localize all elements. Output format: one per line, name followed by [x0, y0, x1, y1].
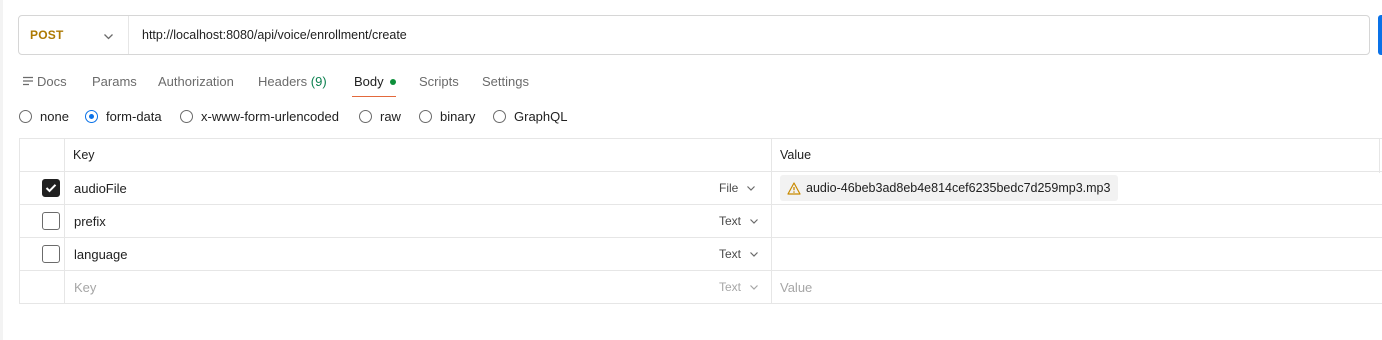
url-input[interactable]: http://localhost:8080/api/voice/enrollme… — [129, 28, 407, 42]
row-checkbox-cell — [42, 238, 60, 270]
headers-count: (9) — [310, 74, 327, 89]
key-input[interactable]: prefix — [74, 205, 106, 237]
tab-headers[interactable]: Headers (9) — [258, 74, 327, 89]
type-selector[interactable]: Text — [719, 238, 759, 270]
value-column-header: Value — [780, 148, 812, 162]
type-selector[interactable]: Text — [719, 205, 759, 237]
tab-label: Settings — [482, 74, 529, 89]
file-chip[interactable]: audio-46beb3ad8eb4e814cef6235bedc7d259mp… — [780, 175, 1119, 201]
key-input[interactable]: language — [74, 238, 128, 270]
send-button[interactable] — [1378, 15, 1382, 55]
radio-label: raw — [380, 109, 401, 124]
radio-circle[interactable] — [19, 110, 32, 123]
chevron-down-icon — [750, 285, 758, 290]
chevron-down-icon — [750, 252, 758, 257]
radio-label: binary — [440, 109, 476, 124]
table-row: audioFile File audio-46beb3ad8eb4e814cef… — [19, 172, 1382, 205]
header-right-border — [1379, 139, 1380, 173]
chevron-down-icon — [750, 219, 758, 224]
warning-icon — [787, 181, 801, 195]
tab-params[interactable]: Params — [92, 74, 137, 89]
type-label: Text — [719, 247, 742, 261]
tab-scripts[interactable]: Scripts — [419, 74, 459, 89]
radio-graphql[interactable]: GraphQL — [493, 109, 567, 124]
tab-label: Docs — [37, 74, 67, 89]
body-indicator-dot — [389, 78, 396, 85]
row-checkbox-cell — [42, 172, 60, 204]
table-new-row: Key Text Value — [19, 271, 1382, 304]
tab-label: Params — [92, 74, 137, 89]
type-selector[interactable]: File — [719, 172, 756, 204]
radio-x-www-form-urlencoded[interactable]: x-www-form-urlencoded — [180, 109, 339, 124]
radio-binary[interactable]: binary — [419, 109, 475, 124]
tab-label: Authorization — [158, 74, 234, 89]
tab-authorization[interactable]: Authorization — [158, 74, 234, 89]
key-input[interactable]: audioFile — [74, 172, 127, 204]
tab-settings[interactable]: Settings — [482, 74, 529, 89]
active-tab-underline — [352, 96, 396, 97]
radio-circle[interactable] — [180, 110, 193, 123]
tab-label: Headers — [258, 74, 308, 89]
new-value-input[interactable]: Value — [780, 271, 812, 303]
chevron-down-icon — [747, 186, 756, 191]
new-key-input[interactable]: Key — [74, 271, 96, 303]
radio-circle[interactable] — [85, 110, 98, 123]
radio-circle[interactable] — [419, 110, 432, 123]
row-checkbox[interactable] — [42, 179, 60, 197]
radio-raw[interactable]: raw — [359, 109, 401, 124]
radio-form-data[interactable]: form-data — [85, 109, 162, 124]
table-row: language Text — [19, 238, 1382, 271]
radio-label: GraphQL — [514, 109, 568, 124]
radio-none[interactable]: none — [19, 109, 69, 124]
radio-circle[interactable] — [493, 110, 506, 123]
tab-label: Body — [354, 74, 384, 89]
method-label: POST — [30, 28, 64, 42]
file-name: audio-46beb3ad8eb4e814cef6235bedc7d259mp… — [806, 181, 1111, 195]
chevron-down-icon — [103, 30, 114, 45]
method-selector[interactable]: POST — [19, 16, 129, 54]
row-checkbox[interactable] — [42, 245, 60, 263]
request-url-bar: POST http://localhost:8080/api/voice/enr… — [18, 15, 1370, 55]
row-checkbox[interactable] — [42, 212, 60, 230]
tab-label: Scripts — [419, 74, 459, 89]
value-cell: audio-46beb3ad8eb4e814cef6235bedc7d259mp… — [780, 172, 1119, 204]
table-header-row: Key Value — [19, 138, 1382, 173]
type-label: Text — [719, 280, 742, 294]
docs-icon — [22, 74, 34, 89]
radio-circle[interactable] — [359, 110, 372, 123]
radio-label: x-www-form-urlencoded — [201, 109, 339, 124]
type-label: Text — [719, 214, 742, 228]
type-selector[interactable]: Text — [719, 271, 759, 303]
tab-docs[interactable]: Docs — [22, 74, 67, 90]
radio-label: none — [40, 109, 69, 124]
row-checkbox-cell — [42, 205, 60, 237]
checkmark-icon — [45, 184, 57, 193]
tab-body[interactable]: Body — [354, 74, 396, 89]
form-data-table: Key Value audioFile File audio-46beb3ad8… — [19, 138, 1382, 304]
key-column-header: Key — [73, 148, 95, 162]
type-label: File — [719, 181, 739, 195]
table-row: prefix Text — [19, 205, 1382, 238]
radio-label: form-data — [106, 109, 162, 124]
panel-edge — [0, 0, 3, 340]
